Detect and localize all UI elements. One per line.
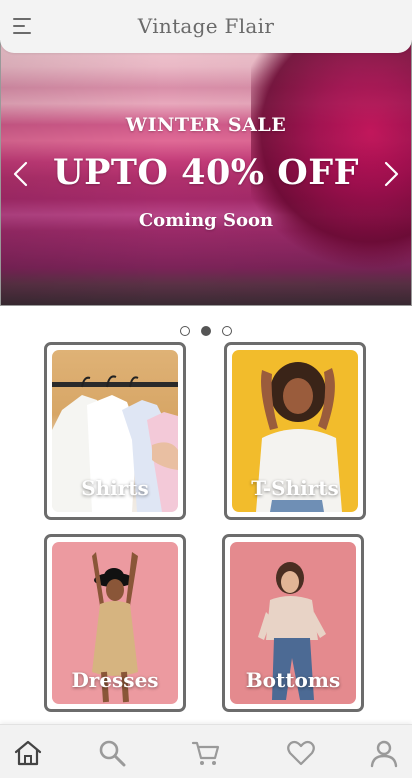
heart-icon[interactable] xyxy=(286,738,316,768)
hero-banner[interactable]: WINTER SALE UPTO 40% OFF Coming Soon xyxy=(0,40,412,306)
dresses-photo: Dresses xyxy=(52,542,178,704)
bottom-navigation xyxy=(0,724,412,778)
hero-title: UPTO 40% OFF xyxy=(53,152,359,193)
category-card-tshirts[interactable]: T-Shirts xyxy=(224,342,366,520)
shirts-photo: Shirts xyxy=(52,350,178,512)
chevron-right-icon[interactable] xyxy=(381,160,401,188)
chevron-left-icon[interactable] xyxy=(11,160,31,188)
tshirts-photo: T-Shirts xyxy=(232,350,358,512)
app-header: Vintage Flair xyxy=(0,0,412,53)
category-card-shirts[interactable]: Shirts xyxy=(44,342,186,520)
carousel-indicator xyxy=(0,320,412,336)
category-card-dresses[interactable]: Dresses xyxy=(44,534,186,712)
profile-icon[interactable] xyxy=(369,738,399,768)
search-icon[interactable] xyxy=(97,738,127,768)
category-label: Bottoms xyxy=(245,668,341,692)
brand-title: Vintage Flair xyxy=(137,14,275,38)
category-card-bottoms[interactable]: Bottoms xyxy=(222,534,364,712)
hero-subtitle: Coming Soon xyxy=(138,210,274,231)
cart-icon[interactable] xyxy=(191,738,221,768)
category-label: Shirts xyxy=(81,476,149,500)
bottoms-photo: Bottoms xyxy=(230,542,356,704)
carousel-dot-active[interactable] xyxy=(201,325,211,336)
category-label: Dresses xyxy=(71,668,159,692)
category-label: T-Shirts xyxy=(251,476,339,500)
carousel-dot[interactable] xyxy=(222,325,233,336)
hero-kicker: WINTER SALE xyxy=(125,114,287,136)
carousel-dot[interactable] xyxy=(179,325,190,336)
home-icon[interactable] xyxy=(13,738,43,768)
